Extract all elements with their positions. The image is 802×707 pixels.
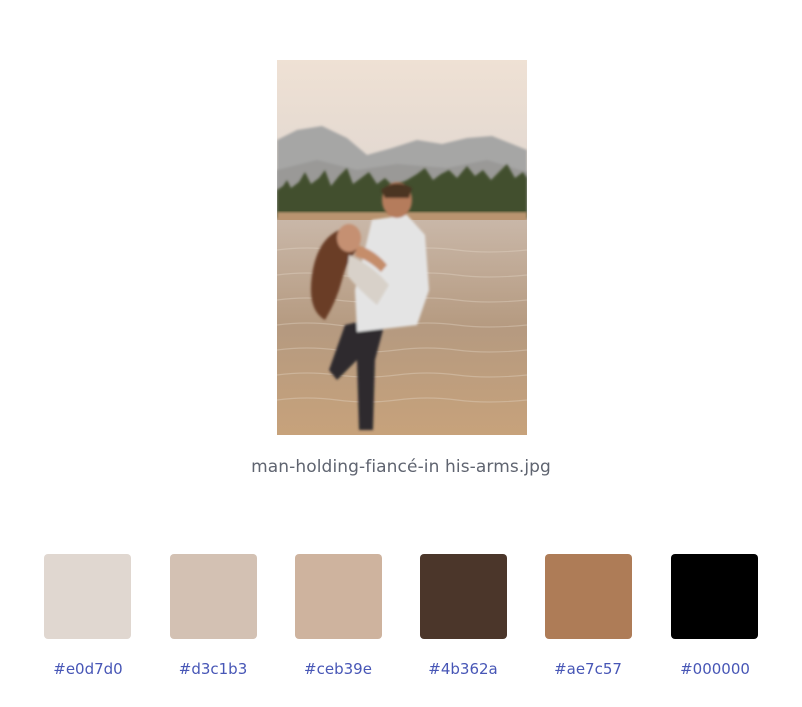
palette-hex-label[interactable]: #ceb39e: [283, 660, 393, 678]
photo: [277, 60, 527, 435]
palette-swatch[interactable]: [671, 554, 758, 639]
palette-swatch[interactable]: [44, 554, 131, 639]
palette-swatch[interactable]: [295, 554, 382, 639]
palette-swatch[interactable]: [420, 554, 507, 639]
image-filename: man-holding-fiancé-in his-arms.jpg: [251, 457, 551, 477]
photo-illustration: [277, 60, 527, 435]
palette-hex-label[interactable]: #000000: [660, 660, 770, 678]
palette-swatch[interactable]: [170, 554, 257, 639]
palette-hex-label[interactable]: #e0d7d0: [33, 660, 143, 678]
palette-swatch[interactable]: [545, 554, 632, 639]
palette-hex-label[interactable]: #4b362a: [408, 660, 518, 678]
palette-hex-label[interactable]: #d3c1b3: [158, 660, 268, 678]
palette-hex-label[interactable]: #ae7c57: [533, 660, 643, 678]
